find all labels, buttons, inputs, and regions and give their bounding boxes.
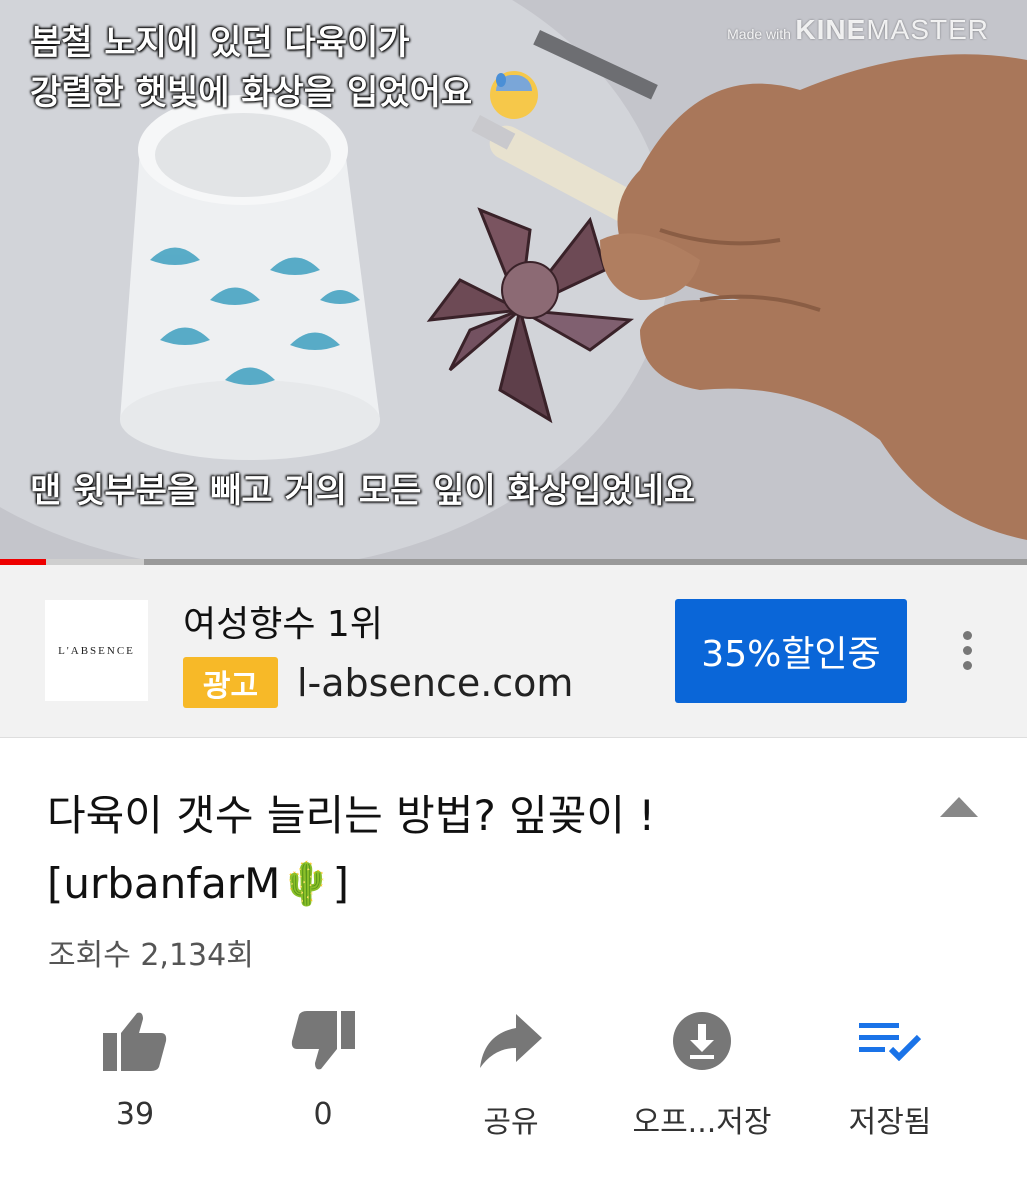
advertiser-logo[interactable]: L'ABSENCE	[45, 600, 148, 701]
watermark-brand-bold: KINE	[795, 14, 867, 45]
ad-cta-button[interactable]: 35%할인중	[675, 599, 907, 703]
dislike-count: 0	[313, 1097, 333, 1132]
action-bar: 39 0 공유 오프...저장 저장됨	[0, 1005, 1027, 1155]
more-vert-icon[interactable]	[952, 627, 982, 671]
thumbs-up-icon	[40, 1005, 230, 1077]
ad-badge: 광고	[183, 657, 278, 708]
share-button[interactable]: 공유	[416, 1005, 606, 1141]
caption-top-line2: 강렬한 햇빛에 화상을 입었어요	[30, 73, 473, 113]
offline-save-label: 오프...저장	[632, 1105, 772, 1140]
collapse-chevron-up-icon[interactable]	[940, 797, 978, 817]
share-icon	[416, 1005, 606, 1077]
caption-bottom: 맨 윗부분을 빼고 거의 모든 잎이 화상입었네요	[30, 471, 696, 511]
watermark-brand-rest: MASTER	[866, 14, 989, 45]
caption-top-line1: 봄철 노지에 있던 다육이가	[30, 23, 410, 63]
playlist-saved-icon	[795, 1005, 985, 1077]
kinemaster-watermark: Made with KINEMASTER	[727, 14, 989, 46]
ad-title[interactable]: 여성향수 1위	[183, 595, 383, 647]
dislike-button[interactable]: 0	[228, 1005, 418, 1132]
share-label: 공유	[483, 1105, 539, 1140]
video-title-line1: 다육이 갯수 늘리는 방법? 잎꽂이 !	[47, 791, 656, 840]
watermark-prefix: Made with	[727, 26, 791, 42]
saved-button[interactable]: 저장됨	[795, 1005, 985, 1141]
thumbs-down-icon	[228, 1005, 418, 1077]
ad-banner[interactable]: L'ABSENCE 여성향수 1위 광고 l-absence.com 35%할인…	[0, 565, 1027, 738]
video-player[interactable]: 봄철 노지에 있던 다육이가 강렬한 햇빛에 화상을 입었어요 맨 윗부분을 빼…	[0, 0, 1027, 565]
video-title-line2: [urbanfarM🌵]	[47, 859, 349, 908]
caption-top: 봄철 노지에 있던 다육이가 강렬한 햇빛에 화상을 입었어요	[30, 18, 538, 119]
offline-save-button[interactable]: 오프...저장	[607, 1005, 797, 1141]
saved-label: 저장됨	[848, 1105, 932, 1140]
like-count: 39	[115, 1097, 155, 1132]
view-count: 조회수 2,134회	[48, 938, 254, 973]
ad-domain[interactable]: l-absence.com	[297, 661, 573, 705]
anxious-face-emoji-icon	[490, 70, 538, 119]
download-icon	[607, 1005, 797, 1077]
video-title[interactable]: 다육이 갯수 늘리는 방법? 잎꽂이 ! [urbanfarM🌵]	[47, 782, 927, 918]
like-button[interactable]: 39	[40, 1005, 230, 1132]
